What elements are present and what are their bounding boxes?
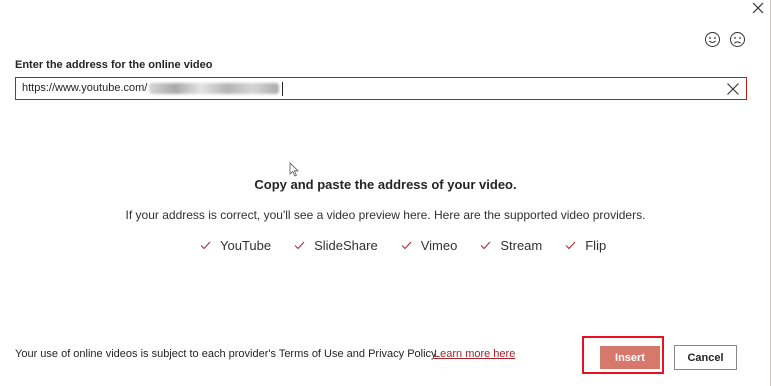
smile-icon[interactable] [704, 31, 721, 48]
check-icon [200, 241, 211, 250]
check-icon [401, 241, 412, 250]
provider-slideshare: SlideShare [294, 238, 378, 253]
learn-more-link[interactable]: Learn more here [434, 348, 515, 360]
provider-label: Vimeo [420, 238, 458, 253]
provider-label: YouTube [220, 238, 272, 253]
provider-vimeo: Vimeo [401, 238, 458, 253]
provider-label: Stream [500, 238, 543, 253]
provider-list: YouTube SlideShare Vimeo Stream Flip [200, 238, 629, 253]
provider-stream: Stream [480, 238, 542, 253]
frown-icon[interactable] [729, 31, 746, 48]
text-caret [282, 82, 283, 96]
redacted-url-segment [149, 83, 279, 94]
check-icon [565, 241, 576, 250]
provider-label: SlideShare [314, 238, 378, 253]
url-input-value: https://www.youtube.com/ [22, 82, 148, 94]
url-input[interactable]: https://www.youtube.com/ [15, 77, 747, 100]
preview-description: If your address is correct, you'll see a… [125, 208, 646, 222]
check-icon [294, 241, 305, 250]
cancel-button[interactable]: Cancel [674, 345, 737, 370]
check-icon [480, 241, 491, 250]
clear-icon[interactable] [726, 82, 740, 96]
provider-flip: Flip [565, 238, 606, 253]
url-field-label: Enter the address for the online video [15, 59, 213, 71]
provider-youtube: YouTube [200, 238, 271, 253]
preview-heading: Copy and paste the address of your video… [254, 177, 517, 192]
provider-label: Flip [585, 238, 607, 253]
close-icon[interactable] [750, 0, 766, 16]
terms-notice: Your use of online videos is subject to … [15, 348, 439, 360]
insert-button[interactable]: Insert [600, 346, 660, 369]
mouse-cursor-icon [289, 162, 299, 177]
